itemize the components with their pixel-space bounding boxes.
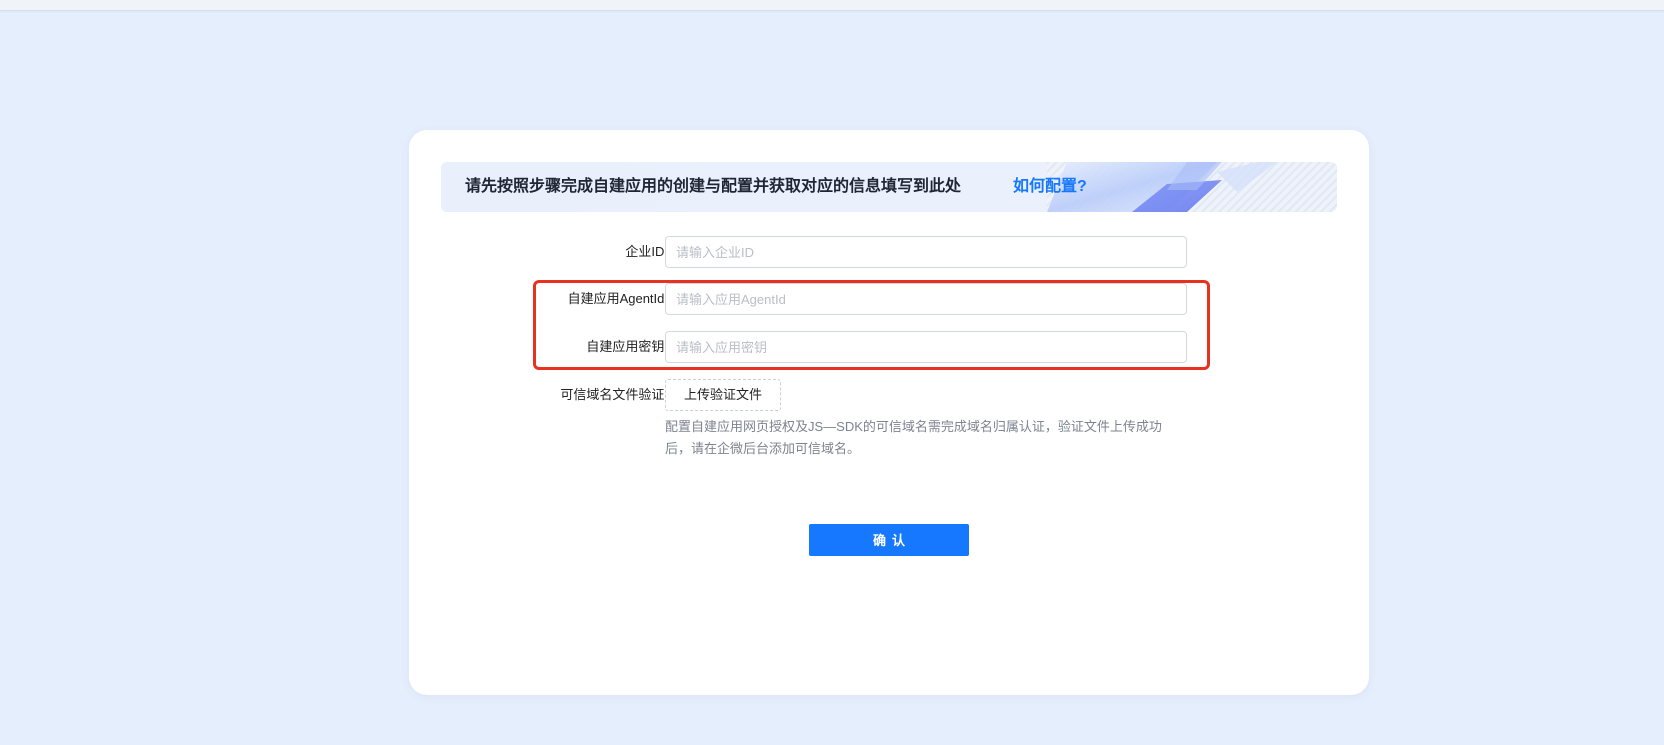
top-bar	[0, 0, 1664, 11]
domain-verify-hint: 配置自建应用网页授权及JS—SDK的可信域名需完成域名归属认证，验证文件上传成功…	[665, 419, 1162, 456]
upload-verify-file-button[interactable]: 上传验证文件	[665, 379, 781, 411]
info-banner: 请先按照步骤完成自建应用的创建与配置并获取对应的信息填写到此处 如何配置?	[441, 162, 1337, 212]
banner-instruction-text: 请先按照步骤完成自建应用的创建与配置并获取对应的信息填写到此处	[465, 178, 962, 195]
banner-decoration-graphic	[1047, 162, 1337, 212]
corp-id-input[interactable]	[665, 236, 1187, 268]
corp-id-row: 企业ID:	[409, 236, 1369, 268]
secret-input[interactable]	[665, 331, 1187, 363]
how-to-configure-link[interactable]: 如何配置?	[1013, 162, 1087, 212]
domain-verify-row: 可信域名文件验证: 上传验证文件	[409, 379, 1369, 411]
config-card: 请先按照步骤完成自建应用的创建与配置并获取对应的信息填写到此处 如何配置? 企业…	[409, 130, 1369, 695]
agent-id-input[interactable]	[665, 283, 1187, 315]
domain-verify-label: 可信域名文件验证:	[560, 387, 668, 402]
agent-id-row: 自建应用AgentId:	[409, 283, 1369, 315]
confirm-button[interactable]: 确认	[809, 524, 969, 556]
agent-id-label: 自建应用AgentId:	[567, 291, 668, 306]
corp-id-label: 企业ID:	[625, 244, 668, 259]
secret-label: 自建应用密钥:	[586, 339, 668, 354]
secret-row: 自建应用密钥:	[409, 331, 1369, 363]
